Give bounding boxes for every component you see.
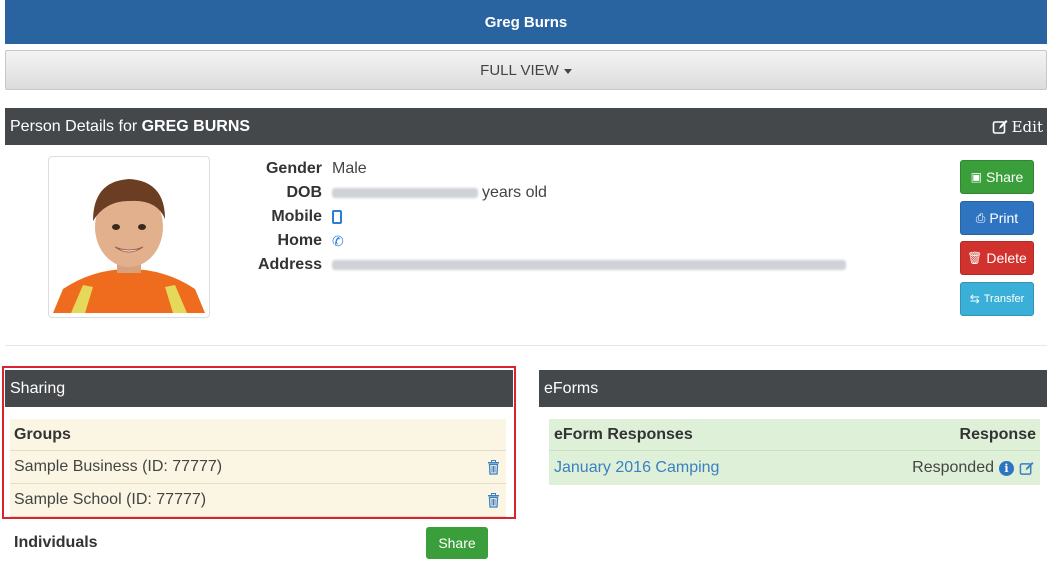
groups-header: Groups bbox=[10, 419, 506, 451]
share-button[interactable]: ▣ Share bbox=[960, 160, 1034, 194]
print-button-label: Print bbox=[989, 210, 1019, 226]
person-details-name: GREG BURNS bbox=[141, 117, 251, 135]
caret-down-icon bbox=[563, 68, 572, 74]
table-row: Sample School (ID: 77777) bbox=[10, 484, 506, 517]
home-row: Home ✆ bbox=[205, 229, 846, 253]
address-label: Address bbox=[257, 256, 322, 273]
page-title: Greg Burns bbox=[484, 13, 568, 31]
transfer-button[interactable]: ⇆ Transfer bbox=[960, 282, 1034, 316]
person-info: Gender Male DOB years old Mobile Home ✆ … bbox=[205, 157, 846, 277]
mobile-value[interactable] bbox=[332, 210, 342, 224]
view-dropdown-label: FULL VIEW bbox=[480, 61, 559, 79]
col-eform-responses: eForm Responses bbox=[554, 425, 693, 443]
gender-label: Gender bbox=[265, 160, 322, 177]
home-label: Home bbox=[277, 232, 322, 249]
eforms-table-header: eForm Responses Response bbox=[549, 419, 1040, 451]
sharing-panel: Sharing Groups Sample Business (ID: 7777… bbox=[5, 370, 513, 561]
transfer-icon: ⇆ bbox=[969, 292, 980, 306]
share-individual-button[interactable]: Share bbox=[426, 527, 488, 559]
mobile-phone-icon[interactable] bbox=[332, 210, 342, 224]
delete-button[interactable]: 🗑 Delete bbox=[960, 241, 1034, 275]
person-details-prefix: Person Details for bbox=[10, 117, 142, 135]
person-photo-image bbox=[53, 161, 205, 313]
phone-icon[interactable]: ✆ bbox=[332, 233, 344, 250]
print-button[interactable]: ⎙ Print bbox=[960, 201, 1034, 235]
transfer-button-label: Transfer bbox=[983, 293, 1025, 305]
home-value[interactable]: ✆ bbox=[332, 233, 344, 250]
person-details-title: Person Details for GREG BURNS bbox=[10, 118, 250, 136]
group-name: Sample Business (ID: 77777) bbox=[14, 458, 223, 475]
page-title-bar: Greg Burns bbox=[5, 0, 1047, 44]
eform-status-label: Responded bbox=[912, 459, 994, 476]
view-dropdown[interactable]: FULL VIEW bbox=[5, 50, 1047, 90]
eforms-panel: eForms eForm Responses Response January … bbox=[539, 370, 1047, 500]
address-row: Address bbox=[205, 253, 846, 277]
group-name: Sample School (ID: 77777) bbox=[14, 491, 207, 508]
delete-button-label: Delete bbox=[986, 250, 1027, 266]
table-row: January 2016 Camping Responded i bbox=[549, 451, 1040, 485]
individuals-row: Individuals Share bbox=[10, 525, 506, 561]
gender-row: Gender Male bbox=[205, 157, 846, 181]
person-details-header: Person Details for GREG BURNS Edit bbox=[5, 108, 1047, 145]
eform-status: Responded i bbox=[912, 459, 1034, 477]
print-icon: ⎙ bbox=[975, 210, 986, 225]
eforms-table: eForm Responses Response January 2016 Ca… bbox=[549, 419, 1040, 485]
address-value bbox=[332, 260, 846, 270]
dob-value: years old bbox=[332, 184, 547, 202]
sharing-title: Sharing bbox=[10, 379, 66, 397]
dob-row: DOB years old bbox=[205, 181, 846, 205]
redacted-dob bbox=[332, 188, 478, 198]
groups-header-label: Groups bbox=[14, 425, 71, 443]
table-row: Sample Business (ID: 77777) bbox=[10, 451, 506, 484]
sharing-header: Sharing bbox=[5, 370, 513, 407]
edit-icon bbox=[992, 119, 1008, 134]
dob-suffix: years old bbox=[482, 184, 547, 201]
share-button-label: Share bbox=[985, 169, 1024, 185]
share-icon: ▣ bbox=[970, 170, 982, 184]
mobile-label: Mobile bbox=[271, 208, 322, 225]
edit-label: Edit bbox=[1011, 117, 1043, 136]
edit-icon[interactable] bbox=[1019, 461, 1034, 476]
eforms-header: eForms bbox=[539, 370, 1047, 407]
trash-icon: 🗑 bbox=[967, 251, 983, 265]
mobile-row: Mobile bbox=[205, 205, 846, 229]
person-details-panel: Person Details for GREG BURNS Edit Gende… bbox=[5, 108, 1047, 346]
person-photo bbox=[48, 156, 210, 318]
groups-table: Groups Sample Business (ID: 77777) Sampl… bbox=[10, 419, 506, 517]
individuals-label: Individuals bbox=[14, 534, 98, 551]
trash-icon[interactable] bbox=[487, 492, 500, 508]
gender-value: Male bbox=[332, 160, 367, 177]
dob-label: DOB bbox=[286, 184, 322, 201]
col-response: Response bbox=[959, 425, 1036, 443]
info-icon[interactable]: i bbox=[999, 460, 1014, 476]
edit-button[interactable]: Edit bbox=[992, 118, 1043, 136]
redacted-address bbox=[332, 260, 846, 270]
eforms-title: eForms bbox=[544, 379, 599, 397]
eform-link[interactable]: January 2016 Camping bbox=[554, 459, 719, 477]
trash-icon[interactable] bbox=[487, 459, 500, 475]
